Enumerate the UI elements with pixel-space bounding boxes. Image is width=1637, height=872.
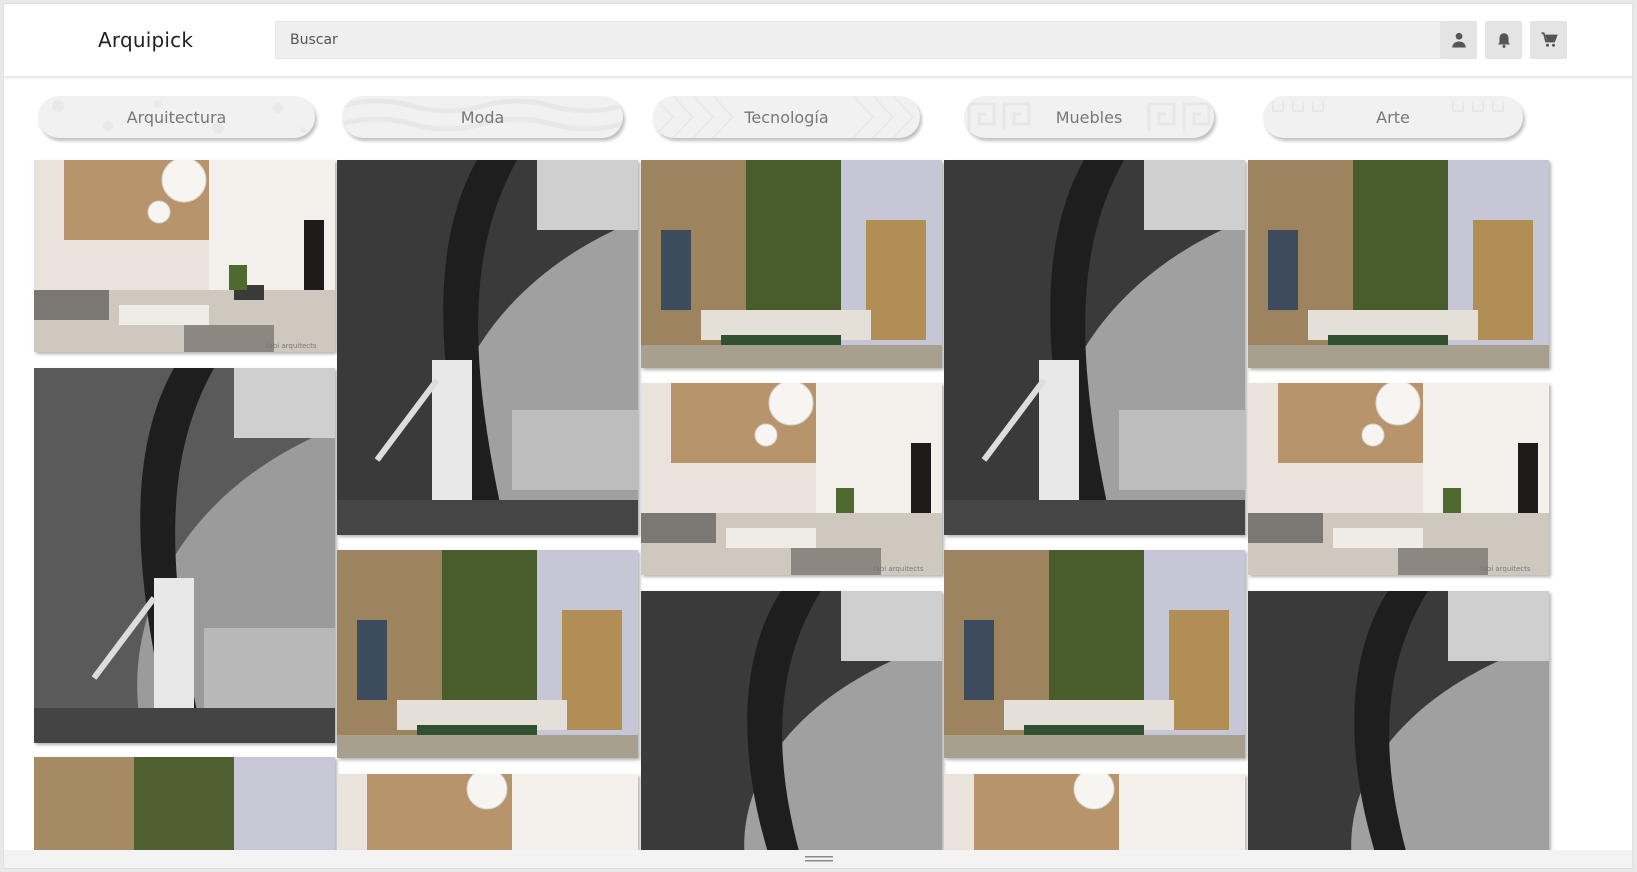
cart-icon <box>1541 32 1558 47</box>
image-tile[interactable] <box>641 160 942 368</box>
image-tile[interactable] <box>337 550 638 758</box>
category-label: Arte <box>1376 107 1410 127</box>
living-room-image: fabi arquitects <box>641 383 942 575</box>
category-bar: Arquitectura Moda Tecnología Muebles Art… <box>4 96 1632 142</box>
green-wall-image <box>337 550 638 758</box>
staircase-image <box>337 160 638 535</box>
user-icon <box>1451 32 1466 48</box>
living-room-image: fabi arquitects <box>1248 383 1549 575</box>
image-tile[interactable] <box>944 550 1245 758</box>
notifications-button[interactable] <box>1485 21 1522 59</box>
staircase-image <box>1248 591 1549 868</box>
image-tile[interactable]: fabi arquitects <box>641 383 942 575</box>
grip-icon <box>805 856 833 862</box>
image-tile[interactable] <box>34 368 335 743</box>
category-arquitectura[interactable]: Arquitectura <box>38 96 315 138</box>
app-window: Arquipick Arquitectura Moda Tecnología M… <box>3 3 1633 869</box>
green-wall-image <box>1248 160 1549 368</box>
image-tile[interactable]: fabi arquitects <box>34 160 335 352</box>
bell-icon <box>1497 33 1510 48</box>
image-tile[interactable] <box>944 160 1245 535</box>
image-tile[interactable] <box>1248 160 1549 368</box>
category-tecnologia[interactable]: Tecnología <box>653 96 920 138</box>
category-label: Tecnología <box>744 107 829 127</box>
category-label: Arquitectura <box>126 107 227 127</box>
staircase-image <box>944 160 1245 535</box>
watermark: fabi arquitects <box>1480 565 1531 573</box>
top-bar: Arquipick <box>4 4 1632 76</box>
cart-button[interactable] <box>1530 21 1567 59</box>
category-arte[interactable]: Arte <box>1263 96 1523 138</box>
watermark: fabi arquitects <box>266 342 317 350</box>
living-room-image: fabi arquitects <box>34 160 335 352</box>
staircase-image <box>34 368 335 743</box>
user-button[interactable] <box>1440 21 1477 59</box>
resize-handle[interactable] <box>4 850 1632 868</box>
image-tile[interactable]: fabi arquitects <box>1248 383 1549 575</box>
staircase-image <box>641 591 942 868</box>
search-input[interactable] <box>275 21 1473 59</box>
brand-logo[interactable]: Arquipick <box>98 28 193 52</box>
green-wall-image <box>944 550 1245 758</box>
image-tile[interactable] <box>1248 591 1549 868</box>
green-wall-image <box>641 160 942 368</box>
image-tile[interactable] <box>641 591 942 868</box>
watermark: fabi arquitects <box>873 565 924 573</box>
category-muebles[interactable]: Muebles <box>964 96 1214 138</box>
category-moda[interactable]: Moda <box>342 96 623 138</box>
category-label: Muebles <box>1055 107 1123 127</box>
image-tile[interactable] <box>337 160 638 535</box>
category-label: Moda <box>460 107 505 127</box>
